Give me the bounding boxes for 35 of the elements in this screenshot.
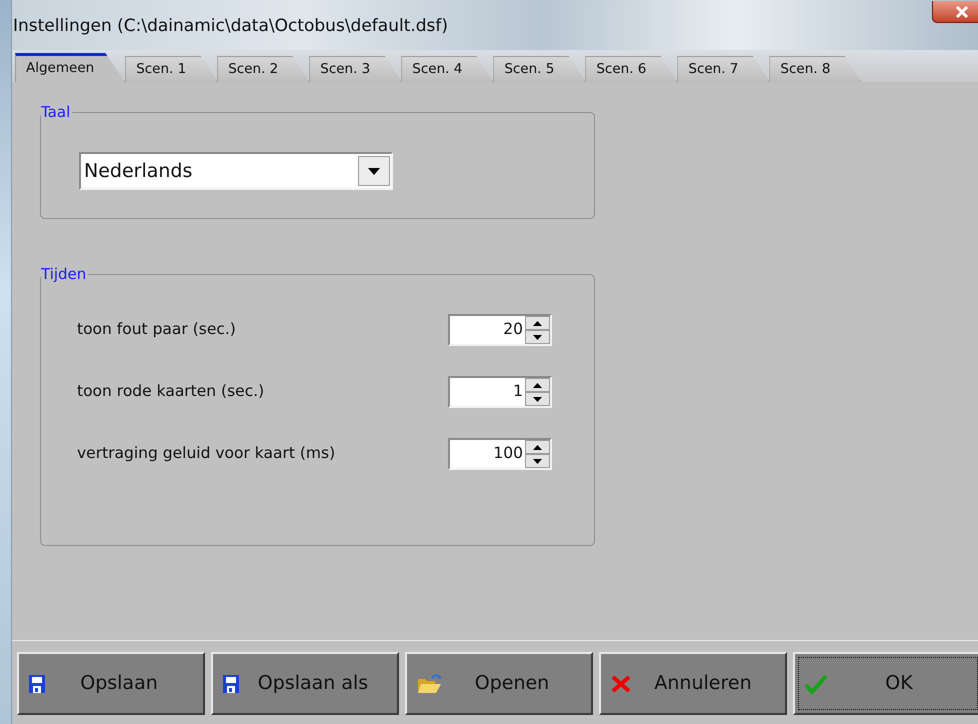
tab[interactable]: Scen. 3	[309, 56, 402, 82]
tab[interactable]: Scen. 6	[585, 56, 678, 82]
number-spinner[interactable]: 20	[448, 314, 552, 346]
number-spinner[interactable]: 100	[448, 438, 552, 470]
check-icon	[805, 674, 827, 694]
close-button[interactable]	[932, 1, 978, 23]
close-icon	[954, 4, 970, 18]
tab[interactable]: Scen. 2	[217, 56, 310, 82]
tab[interactable]: Scen. 4	[401, 56, 494, 82]
dialog-button[interactable]: Opslaan als	[211, 652, 399, 715]
dialog-button[interactable]: Annuleren	[599, 652, 787, 715]
up-arrow-icon[interactable]	[533, 382, 542, 388]
dialog-button[interactable]: OK	[793, 652, 978, 715]
cross-icon	[611, 674, 631, 692]
language-dropdown[interactable]: Nederlands	[79, 152, 393, 190]
dialog-button[interactable]: Opslaan	[17, 652, 205, 715]
tab[interactable]: Algemeen	[15, 53, 126, 82]
up-arrow-icon[interactable]	[533, 320, 542, 326]
tab[interactable]: Scen. 7	[677, 56, 770, 82]
number-spinner[interactable]: 1	[448, 376, 552, 408]
down-arrow-icon[interactable]	[533, 396, 542, 402]
folder-icon	[417, 672, 443, 694]
dialog-button[interactable]: Openen	[405, 652, 593, 715]
caret-icon	[368, 168, 380, 174]
field-label: toon fout paar (sec.)	[77, 319, 236, 340]
field-label: vertraging geluid voor kaart (ms)	[77, 443, 336, 464]
up-arrow-icon[interactable]	[533, 444, 542, 450]
tab[interactable]: Scen. 1	[125, 56, 218, 82]
group-title: Tijden	[41, 265, 88, 283]
down-arrow-icon[interactable]	[533, 334, 542, 340]
tab[interactable]: Scen. 8	[769, 56, 862, 82]
field-label: toon rode kaarten (sec.)	[77, 381, 264, 402]
window-title: Instellingen (C:\dainamic\data\Octobus\default.dsf)	[12, 15, 448, 38]
tab[interactable]: Scen. 5	[493, 56, 586, 82]
down-arrow-icon[interactable]	[533, 458, 542, 464]
